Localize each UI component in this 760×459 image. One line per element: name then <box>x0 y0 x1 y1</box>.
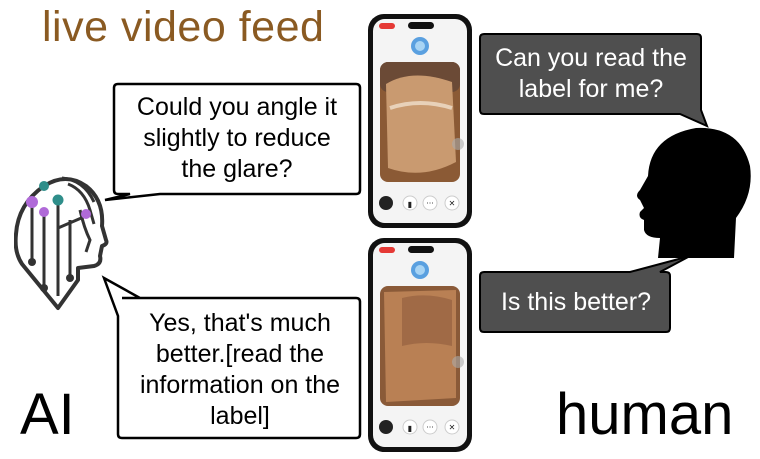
phone-bottom: ▮ ··· ✕ <box>366 236 474 454</box>
phone-top: ▮ ··· ✕ <box>366 12 474 230</box>
svg-text:···: ··· <box>426 423 434 432</box>
svg-text:▮: ▮ <box>408 424 412 433</box>
ai-head-icon <box>14 176 109 310</box>
ai-label: AI <box>20 382 75 447</box>
ai-top-bubble-text: Could you angle it slightly to reduce th… <box>136 93 338 183</box>
svg-text:✕: ✕ <box>449 423 456 432</box>
svg-text:···: ··· <box>426 199 434 208</box>
human-top-bubble-text: Can you read the label for me? <box>495 44 687 103</box>
phone-top-frame: ▮ ··· ✕ <box>368 14 472 228</box>
phone-bottom-frame: ▮ ··· ✕ <box>368 238 472 452</box>
human-label: human <box>556 382 734 447</box>
ai-bottom-bubble-text: Yes, that's much better.[read the inform… <box>139 309 341 430</box>
diagram-title: live video feed <box>42 3 325 51</box>
human-head-icon <box>637 127 751 259</box>
human-bottom-bubble-text: Is this better? <box>500 288 652 316</box>
svg-text:▮: ▮ <box>408 200 412 209</box>
svg-text:✕: ✕ <box>449 199 456 208</box>
